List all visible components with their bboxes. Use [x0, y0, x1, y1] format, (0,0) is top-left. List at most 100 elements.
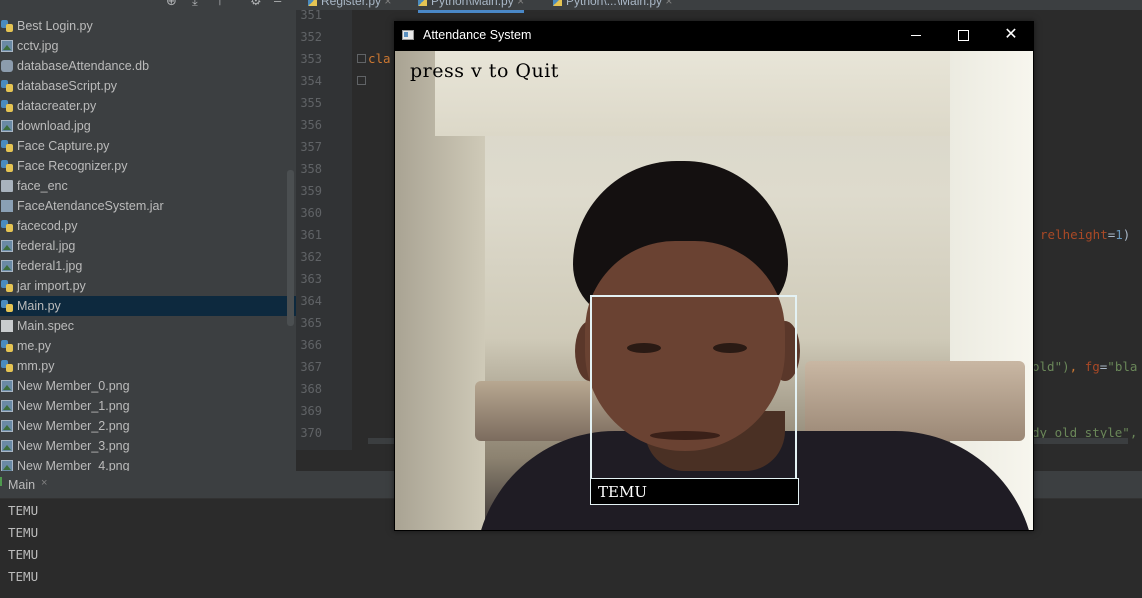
tree-item-face-attendance-jar[interactable]: FaceAtendanceSystem.jar — [0, 196, 296, 216]
close-icon[interactable]: × — [384, 0, 391, 8]
line-number: 360 — [300, 206, 322, 220]
locate-icon[interactable]: ⊕ — [166, 0, 177, 8]
expand-all-icon[interactable]: ⤓ — [192, 0, 198, 8]
python-file-icon — [1, 300, 13, 312]
tree-item-new-member-4[interactable]: New Member_4.png — [0, 456, 296, 471]
image-file-icon — [1, 380, 13, 392]
image-file-icon — [1, 40, 13, 52]
image-file-icon — [1, 400, 13, 412]
jar-file-icon — [1, 200, 13, 212]
python-file-icon — [1, 360, 13, 372]
minimize-icon — [911, 35, 921, 36]
line-number: 355 — [300, 96, 322, 110]
tree-item-new-member-0[interactable]: New Member_0.png — [0, 376, 296, 396]
line-number: 363 — [300, 272, 322, 286]
app-window-icon — [402, 30, 414, 40]
tree-scrollbar[interactable] — [287, 170, 294, 326]
line-number: 370 — [300, 426, 322, 440]
attendance-system-window[interactable]: Attendance System ✕ press v to Quit TEMU — [394, 21, 1034, 531]
console-output-line: TEMU — [8, 503, 39, 518]
tree-item-face-recognizer[interactable]: Face Recognizer.py — [0, 156, 296, 176]
fold-marker-icon[interactable] — [357, 54, 366, 63]
tree-item-main-py[interactable]: Main.py — [0, 296, 296, 316]
project-toolbar: ⊕ ⤓ ⤒ ⚙ – — [0, 0, 296, 10]
line-number: 364 — [300, 294, 322, 308]
gear-icon[interactable]: ⚙ — [250, 0, 262, 8]
python-file-icon — [1, 80, 13, 92]
tree-item-new-member-2[interactable]: New Member_2.png — [0, 416, 296, 436]
tree-item-database-attendance[interactable]: databaseAttendance.db — [0, 56, 296, 76]
minimize-button[interactable] — [894, 21, 940, 51]
line-number: 369 — [300, 404, 322, 418]
python-file-icon — [1, 280, 13, 292]
line-number: 354 — [300, 74, 322, 88]
code-line-361: relheight=1) — [1040, 227, 1131, 242]
image-file-icon — [1, 460, 13, 471]
python-file-icon — [1, 220, 13, 232]
tree-item-mm[interactable]: mm.py — [0, 356, 296, 376]
line-number: 367 — [300, 360, 322, 374]
tree-item-cctv[interactable]: cctv.jpg — [0, 36, 296, 56]
python-file-icon — [418, 0, 427, 7]
tree-item-federal1[interactable]: federal1.jpg — [0, 256, 296, 276]
tree-item-facecod[interactable]: facecod.py — [0, 216, 296, 236]
tree-item-jar-import[interactable]: jar import.py — [0, 276, 296, 296]
python-file-icon — [308, 0, 317, 7]
console-output-line: TEMU — [8, 569, 39, 584]
line-number: 352 — [300, 30, 322, 44]
image-file-icon — [1, 120, 13, 132]
close-icon[interactable]: × — [665, 0, 672, 8]
close-window-button[interactable]: ✕ — [988, 21, 1034, 51]
tree-item-new-member-1[interactable]: New Member_1.png — [0, 396, 296, 416]
line-number: 358 — [300, 162, 322, 176]
code-line-367: old"), fg="bla — [1032, 359, 1138, 374]
python-file-icon — [553, 0, 562, 7]
collapse-all-icon[interactable]: ⤒ — [217, 0, 223, 8]
line-number: 368 — [300, 382, 322, 396]
close-icon[interactable]: × — [517, 0, 524, 8]
line-number: 359 — [300, 184, 322, 198]
tree-item-best-login[interactable]: Best Login.py — [0, 16, 296, 36]
line-number: 361 — [300, 228, 322, 242]
tree-item-datacreater[interactable]: datacreater.py — [0, 96, 296, 116]
window-title: Attendance System — [423, 28, 532, 42]
quit-instruction-text: press v to Quit — [410, 60, 559, 82]
line-number: 362 — [300, 250, 322, 264]
project-tree-panel: ⊕ ⤓ ⤒ ⚙ – Best Login.py cctv.jpg databas… — [0, 0, 296, 471]
python-file-icon — [1, 20, 13, 32]
image-file-icon — [1, 420, 13, 432]
line-number: 353 — [300, 52, 322, 66]
line-number: 365 — [300, 316, 322, 330]
console-output-line: TEMU — [8, 525, 39, 540]
window-titlebar[interactable]: Attendance System ✕ — [394, 21, 1034, 51]
tree-item-face-enc[interactable]: face_enc — [0, 176, 296, 196]
run-tab-main[interactable]: Main — [8, 478, 35, 492]
tree-item-main-spec[interactable]: Main.spec — [0, 316, 296, 336]
face-detection-box — [590, 295, 797, 503]
run-icon — [0, 477, 2, 486]
python-file-icon — [1, 140, 13, 152]
line-number-gutter: 351 352 353 354 355 356 357 358 359 360 … — [296, 8, 352, 450]
spec-file-icon — [1, 320, 13, 332]
close-icon[interactable]: × — [41, 477, 47, 489]
line-number: 351 — [300, 8, 322, 22]
file-icon — [1, 180, 13, 192]
line-number: 357 — [300, 140, 322, 154]
maximize-button[interactable] — [940, 21, 986, 51]
fold-marker-icon[interactable] — [357, 76, 366, 85]
maximize-icon — [958, 30, 969, 41]
tree-item-download[interactable]: download.jpg — [0, 116, 296, 136]
tab-python-ellipsis-main-py[interactable]: Python\...\Main.py × — [553, 0, 672, 10]
line-number: 366 — [300, 338, 322, 352]
tree-item-federal[interactable]: federal.jpg — [0, 236, 296, 256]
close-icon: ✕ — [1004, 26, 1018, 43]
tree-item-face-capture[interactable]: Face Capture.py — [0, 136, 296, 156]
tree-item-me[interactable]: me.py — [0, 336, 296, 356]
python-file-icon — [1, 340, 13, 352]
tree-item-new-member-3[interactable]: New Member_3.png — [0, 436, 296, 456]
hide-icon[interactable]: – — [274, 0, 281, 8]
detected-name: TEMU — [598, 483, 647, 501]
face-name-label: TEMU — [590, 478, 799, 505]
tab-python-main-py[interactable]: Python\Main.py × — [418, 0, 525, 13]
tree-item-database-script[interactable]: databaseScript.py — [0, 76, 296, 96]
